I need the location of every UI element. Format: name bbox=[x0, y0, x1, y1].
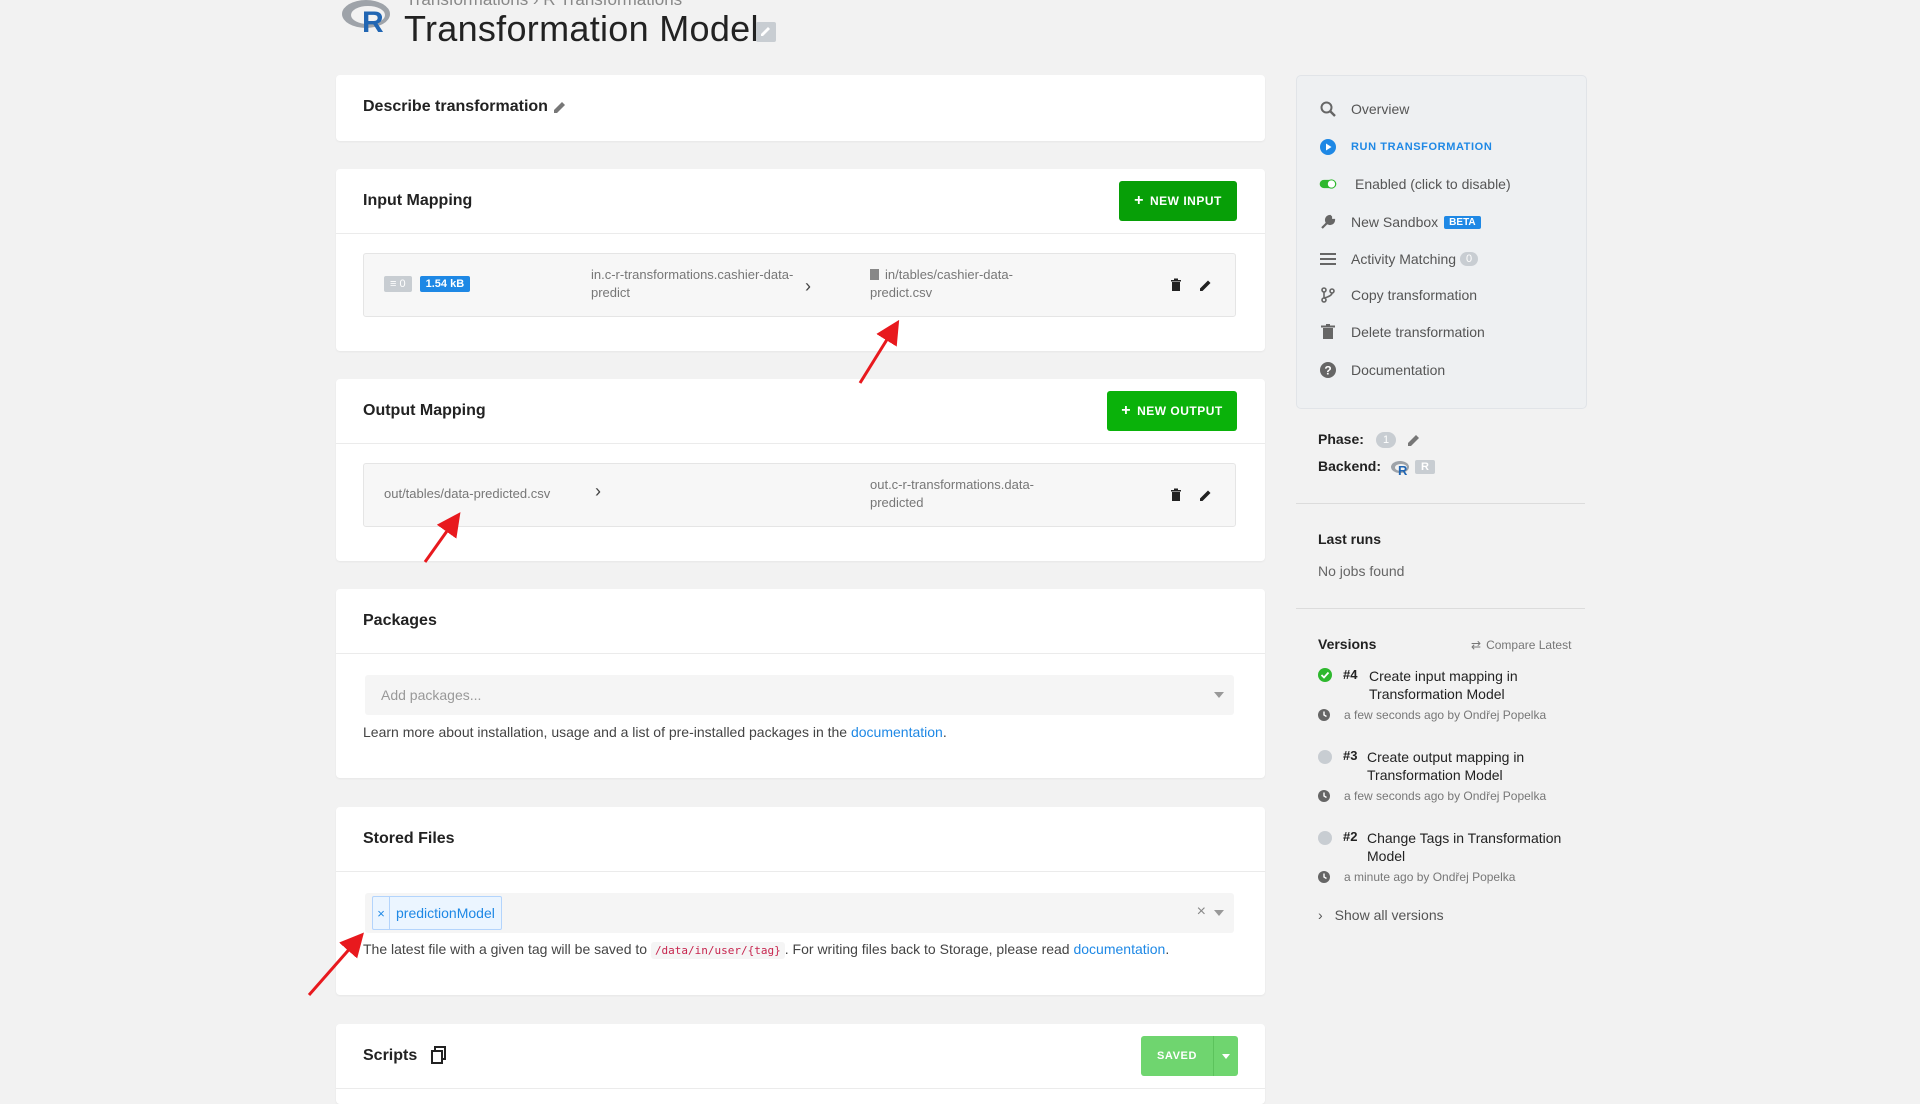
annotation-arrows bbox=[307, 319, 900, 996]
annotation-arrow bbox=[423, 512, 461, 563]
annotation-arrow bbox=[858, 319, 900, 384]
annotation-arrow bbox=[307, 932, 364, 996]
